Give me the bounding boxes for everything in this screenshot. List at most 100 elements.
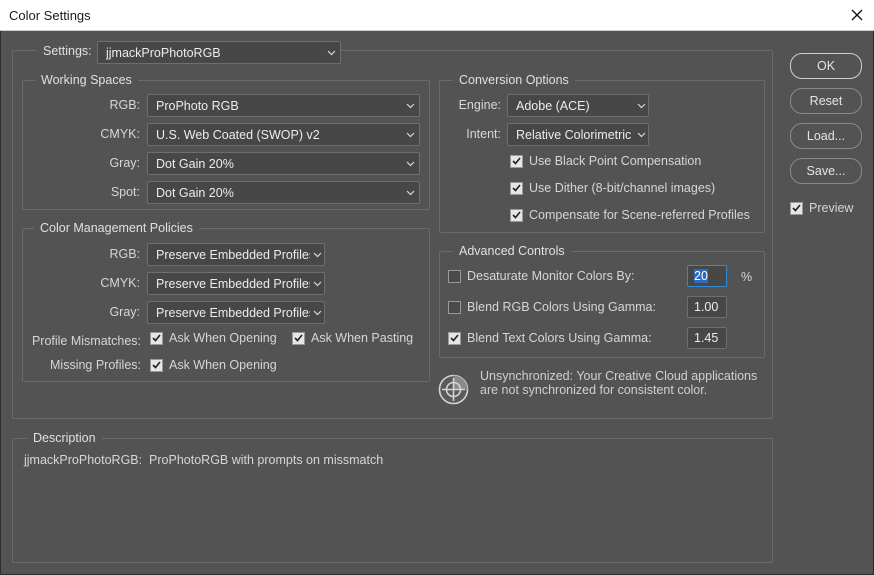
dither-label: Use Dither (8-bit/channel images): [529, 181, 716, 195]
preview-label: Preview: [809, 201, 854, 215]
conversion-legend: Conversion Options: [453, 73, 575, 87]
ws-cmyk-dropdown[interactable]: U.S. Web Coated (SWOP) v2: [147, 123, 420, 146]
title-bar: Color Settings: [0, 0, 874, 31]
policy-gray-dropdown[interactable]: Preserve Embedded Profiles: [147, 301, 325, 324]
desaturate-label: Desaturate Monitor Colors By:: [467, 269, 635, 283]
engine-dropdown[interactable]: Adobe (ACE): [507, 94, 649, 117]
dither-checkbox[interactable]: Use Dither (8-bit/channel images): [510, 181, 715, 195]
checkbox-checked-icon: [510, 208, 523, 222]
settings-value: jjmackProPhotoRGB: [106, 45, 221, 60]
desaturate-checkbox[interactable]: Desaturate Monitor Colors By:: [448, 269, 634, 283]
chevron-down-icon: [310, 302, 324, 323]
policy-gray-label: Gray:: [109, 305, 140, 319]
engine-label: Engine:: [458, 98, 501, 112]
engine-value: Adobe (ACE): [516, 98, 590, 113]
policy-cmyk-value: Preserve Embedded Profiles: [156, 276, 310, 291]
load-label: Load...: [806, 129, 846, 143]
black-point-checkbox[interactable]: Use Black Point Compensation: [510, 154, 701, 168]
settings-dropdown[interactable]: jjmackProPhotoRGB: [97, 41, 341, 64]
policy-cmyk-label: CMYK:: [100, 276, 140, 290]
missing-profiles-label: Missing Profiles:: [50, 358, 141, 372]
chevron-down-icon: [401, 95, 419, 116]
intent-label: Intent:: [466, 127, 501, 141]
ok-button[interactable]: OK: [790, 53, 862, 79]
ws-rgb-label: RGB:: [109, 98, 140, 112]
blend-rgb-input[interactable]: 1.00: [687, 296, 727, 318]
ws-gray-dropdown[interactable]: Dot Gain 20%: [147, 152, 420, 175]
working-spaces-legend: Working Spaces: [35, 73, 138, 87]
policy-cmyk-dropdown[interactable]: Preserve Embedded Profiles: [147, 272, 325, 295]
chevron-down-icon: [310, 244, 324, 265]
policies-legend: Color Management Policies: [34, 221, 199, 235]
ws-spot-dropdown[interactable]: Dot Gain 20%: [147, 181, 420, 204]
chevron-down-icon: [401, 153, 419, 174]
checkbox-checked-icon: [790, 201, 803, 215]
intent-value: Relative Colorimetric: [516, 127, 632, 142]
intent-dropdown[interactable]: Relative Colorimetric: [507, 123, 649, 146]
checkbox-unchecked-icon: [448, 300, 461, 314]
chevron-down-icon: [634, 95, 648, 116]
blend-text-checkbox[interactable]: Blend Text Colors Using Gamma:: [448, 331, 652, 345]
missing-ask-when-opening-checkbox[interactable]: Ask When Opening: [150, 358, 277, 372]
blend-rgb-value: 1.00: [694, 300, 719, 314]
ask-when-pasting-label: Ask When Pasting: [311, 331, 414, 345]
description-text: jjmackProPhotoRGB: ProPhotoRGB with prom…: [24, 453, 384, 467]
chevron-down-icon: [322, 42, 340, 63]
profile-mismatches-label: Profile Mismatches:: [31, 334, 141, 348]
chevron-down-icon: [310, 273, 324, 294]
description-legend: Description: [27, 431, 102, 445]
ws-spot-value: Dot Gain 20%: [156, 185, 234, 200]
ask-when-pasting-checkbox[interactable]: Ask When Pasting: [292, 331, 413, 345]
sync-message-line2: are not synchronized for consistent colo…: [480, 383, 708, 397]
sync-message-line1: Unsynchronized: Your Creative Cloud appl…: [480, 369, 758, 383]
scene-referred-label: Compensate for Scene-referred Profiles: [529, 208, 750, 222]
checkbox-checked-icon: [510, 181, 523, 195]
policy-rgb-label: RGB:: [109, 247, 140, 261]
checkbox-checked-icon: [510, 154, 523, 168]
preview-checkbox[interactable]: Preview: [790, 201, 853, 215]
chevron-down-icon: [401, 124, 419, 145]
close-button[interactable]: [846, 4, 868, 26]
advanced-legend: Advanced Controls: [453, 244, 571, 258]
reset-button[interactable]: Reset: [790, 88, 862, 114]
ws-gray-value: Dot Gain 20%: [156, 156, 234, 171]
ask-when-opening-label: Ask When Opening: [169, 331, 277, 345]
blend-rgb-label: Blend RGB Colors Using Gamma:: [467, 300, 656, 314]
checkbox-unchecked-icon: [448, 269, 461, 283]
desaturate-unit: %: [741, 270, 753, 284]
settings-label: Settings:: [37, 44, 98, 58]
blend-rgb-checkbox[interactable]: Blend RGB Colors Using Gamma:: [448, 300, 656, 314]
ws-cmyk-label: CMYK:: [100, 127, 140, 141]
scene-referred-checkbox[interactable]: Compensate for Scene-referred Profiles: [510, 208, 750, 222]
checkbox-checked-icon: [292, 331, 305, 345]
blend-text-input[interactable]: 1.45: [687, 327, 727, 349]
ws-spot-label: Spot:: [110, 185, 140, 199]
ws-rgb-dropdown[interactable]: ProPhoto RGB: [147, 94, 420, 117]
blend-text-label: Blend Text Colors Using Gamma:: [467, 331, 652, 345]
window-title: Color Settings: [9, 8, 91, 23]
save-button[interactable]: Save...: [790, 158, 862, 184]
ws-gray-label: Gray:: [109, 156, 140, 170]
close-icon: [851, 9, 863, 21]
desaturate-value: 20: [694, 269, 708, 283]
save-label: Save...: [806, 164, 846, 178]
chevron-down-icon: [634, 124, 648, 145]
policy-gray-value: Preserve Embedded Profiles: [156, 305, 310, 320]
chevron-down-icon: [401, 182, 419, 203]
checkbox-checked-icon: [448, 331, 461, 345]
black-point-label: Use Black Point Compensation: [529, 154, 702, 168]
policy-rgb-value: Preserve Embedded Profiles: [156, 247, 310, 262]
desaturate-input[interactable]: 20: [687, 265, 727, 287]
ok-label: OK: [816, 59, 836, 73]
missing-ask-when-opening-label: Ask When Opening: [169, 358, 277, 372]
reset-label: Reset: [809, 94, 843, 108]
checkbox-checked-icon: [150, 331, 163, 345]
creative-cloud-sync-icon: [438, 374, 469, 405]
ask-when-opening-checkbox[interactable]: Ask When Opening: [150, 331, 277, 345]
policy-rgb-dropdown[interactable]: Preserve Embedded Profiles: [147, 243, 325, 266]
load-button[interactable]: Load...: [790, 123, 862, 149]
ws-cmyk-value: U.S. Web Coated (SWOP) v2: [156, 127, 320, 142]
blend-text-value: 1.45: [694, 331, 719, 345]
checkbox-checked-icon: [150, 358, 163, 372]
ws-rgb-value: ProPhoto RGB: [156, 98, 239, 113]
